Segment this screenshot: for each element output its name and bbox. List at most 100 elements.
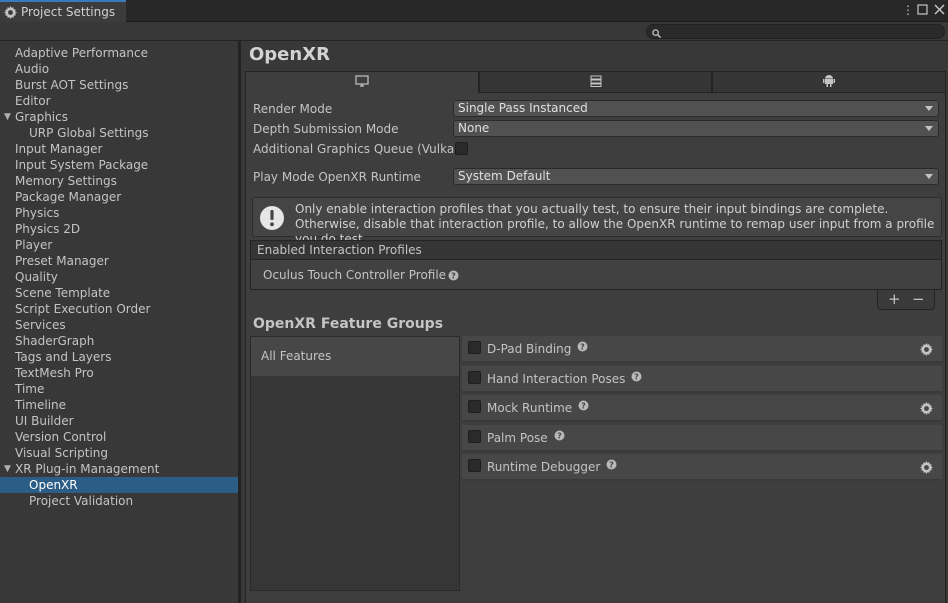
info-icon	[259, 205, 285, 231]
sidebar-item-label: Script Execution Order	[15, 302, 151, 316]
platform-tabs	[245, 71, 947, 93]
sidebar-item-label: Timeline	[15, 398, 67, 412]
render-mode-dropdown[interactable]: Single Pass Instanced	[453, 100, 939, 117]
feature-row-runtime-debugger: Runtime Debugger?	[462, 454, 942, 481]
svg-text:?: ?	[580, 343, 585, 352]
sidebar-item-shadergraph[interactable]: ShaderGraph	[0, 333, 238, 349]
feature-row-palm-pose: Palm Pose?	[462, 425, 942, 452]
settings-sidebar: Adaptive Performance Audio Burst AOT Setti…	[0, 41, 238, 603]
tab-android[interactable]	[712, 71, 947, 93]
sidebar-item-label: Quality	[15, 270, 58, 284]
add-profile-button[interactable]: +	[888, 291, 901, 307]
gear-icon[interactable]	[920, 343, 933, 356]
sidebar-item-physics-2d[interactable]: Physics 2D	[0, 221, 238, 237]
sidebar-item-script-execution-order[interactable]: Script Execution Order	[0, 301, 238, 317]
sidebar-item-label: Input Manager	[15, 142, 103, 156]
help-icon[interactable]: ?	[578, 400, 589, 411]
feature-checkbox[interactable]	[468, 430, 481, 443]
help-icon[interactable]: ?	[577, 341, 588, 352]
sidebar-item-label: Visual Scripting	[15, 446, 108, 460]
group-all-features[interactable]: All Features	[251, 337, 459, 376]
render-mode-label: Render Mode	[253, 102, 333, 116]
sidebar-item-services[interactable]: Services	[0, 317, 238, 333]
sidebar-item-label: Editor	[15, 94, 51, 108]
sidebar-item-audio[interactable]: Audio	[0, 61, 238, 77]
sidebar-item-input-manager[interactable]: Input Manager	[0, 141, 238, 157]
sidebar-item-graphics[interactable]: ▼ Graphics	[0, 109, 238, 125]
sidebar-item-version-control[interactable]: Version Control	[0, 429, 238, 445]
help-icon[interactable]: ?	[448, 270, 459, 281]
graphics-queue-checkbox[interactable]	[455, 142, 468, 155]
sidebar-item-scene-template[interactable]: Scene Template	[0, 285, 238, 301]
search-icon	[652, 27, 662, 39]
feature-checkbox[interactable]	[468, 341, 481, 354]
sidebar-item-input-system-package[interactable]: Input System Package	[0, 157, 238, 173]
sidebar-item-label: OpenXR	[29, 478, 78, 492]
help-icon[interactable]: ?	[606, 459, 617, 470]
sidebar-item-textmesh-pro[interactable]: TextMesh Pro	[0, 365, 238, 381]
sidebar-item-ui-builder[interactable]: UI Builder	[0, 413, 238, 429]
sidebar-item-xr-plug-in-management[interactable]: ▼ XR Plug-in Management	[0, 461, 238, 477]
sidebar-item-timeline[interactable]: Timeline	[0, 397, 238, 413]
toolbar	[0, 22, 948, 41]
depth-mode-dropdown[interactable]: None	[453, 120, 939, 137]
feature-checkbox[interactable]	[468, 371, 481, 384]
feature-label: Runtime Debugger	[487, 460, 601, 474]
sidebar-item-editor[interactable]: Editor	[0, 93, 238, 109]
sidebar-item-burst-aot-settings[interactable]: Burst AOT Settings	[0, 77, 238, 93]
sidebar-item-urp-global-settings[interactable]: URP Global Settings	[0, 125, 238, 141]
sidebar-item-label: Project Validation	[29, 494, 134, 508]
help-icon[interactable]: ?	[631, 371, 642, 382]
sidebar-item-label: Input System Package	[15, 158, 149, 172]
list-item[interactable]: Oculus Touch Controller Profile	[263, 268, 446, 282]
gear-icon[interactable]	[920, 402, 933, 415]
sidebar-item-label: TextMesh Pro	[15, 366, 94, 380]
depth-mode-value: None	[458, 121, 490, 135]
sidebar-item-player[interactable]: Player	[0, 237, 238, 253]
sidebar-item-quality[interactable]: Quality	[0, 269, 238, 285]
window-titlebar: Project Settings ⋮	[0, 0, 948, 22]
help-icon[interactable]: ?	[554, 430, 565, 441]
close-icon[interactable]	[934, 3, 945, 18]
project-settings-tab[interactable]: Project Settings	[0, 0, 126, 22]
sidebar-item-tags-and-layers[interactable]: Tags and Layers	[0, 349, 238, 365]
expand-arrow-icon[interactable]: ▼	[4, 461, 11, 477]
feature-groups-list: All Features	[250, 336, 460, 591]
chevron-down-icon	[925, 174, 933, 179]
sidebar-item-project-validation[interactable]: Project Validation	[0, 493, 238, 509]
graphics-queue-label: Additional Graphics Queue (Vulkan)	[253, 142, 467, 156]
help-box: Only enable interaction profiles that yo…	[252, 197, 942, 246]
sidebar-item-label: Version Control	[15, 430, 107, 444]
expand-arrow-icon[interactable]: ▼	[4, 109, 11, 125]
feature-label: Hand Interaction Poses	[487, 372, 626, 386]
tab-desktop[interactable]	[245, 71, 479, 93]
gear-icon[interactable]	[920, 461, 933, 474]
sidebar-item-physics[interactable]: Physics	[0, 205, 238, 221]
sidebar-item-label: Services	[15, 318, 66, 332]
sidebar-item-openxr[interactable]: OpenXR	[0, 477, 238, 493]
window-title: Project Settings	[21, 5, 116, 19]
sidebar-item-label: Memory Settings	[15, 174, 117, 188]
feature-label: Palm Pose	[487, 431, 548, 445]
sidebar-item-package-manager[interactable]: Package Manager	[0, 189, 238, 205]
svg-text:?: ?	[581, 402, 586, 411]
tab-server[interactable]	[478, 71, 713, 93]
feature-checkbox[interactable]	[468, 459, 481, 472]
sidebar-item-time[interactable]: Time	[0, 381, 238, 397]
feature-row-d-pad-binding: D-Pad Binding?	[462, 336, 942, 363]
sidebar-item-label: ShaderGraph	[15, 334, 95, 348]
kebab-icon[interactable]: ⋮	[902, 3, 914, 17]
search-input[interactable]	[646, 24, 945, 39]
remove-profile-button[interactable]: −	[912, 291, 925, 307]
sidebar-item-adaptive-performance[interactable]: Adaptive Performance	[0, 45, 238, 61]
svg-text:?: ?	[451, 272, 456, 281]
feature-checkbox[interactable]	[468, 400, 481, 413]
runtime-dropdown[interactable]: System Default	[453, 168, 939, 185]
chevron-down-icon	[925, 106, 933, 111]
sidebar-item-visual-scripting[interactable]: Visual Scripting	[0, 445, 238, 461]
sidebar-item-memory-settings[interactable]: Memory Settings	[0, 173, 238, 189]
sidebar-item-preset-manager[interactable]: Preset Manager	[0, 253, 238, 269]
svg-text:?: ?	[557, 432, 562, 441]
maximize-icon[interactable]	[917, 3, 928, 18]
sidebar-item-label: Adaptive Performance	[15, 46, 148, 60]
